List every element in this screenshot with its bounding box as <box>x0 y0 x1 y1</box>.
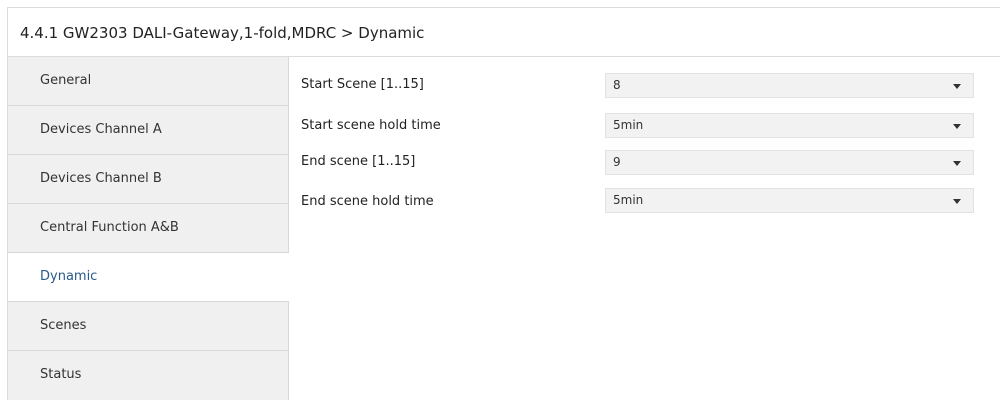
chevron-down-icon <box>953 161 961 166</box>
start-scene-hold-time-dropdown[interactable]: 5min <box>605 113 974 138</box>
end-scene-hold-time-dropdown[interactable]: 5min <box>605 188 974 213</box>
chevron-down-icon <box>953 84 961 89</box>
param-label-start-scene-hold-time: Start scene hold time <box>301 118 441 133</box>
parameter-panel: Start Scene [1..15] 8 Start scene hold t… <box>289 57 1000 400</box>
dropdown-value: 8 <box>613 78 621 92</box>
app-window: 4.4.1 GW2303 DALI-Gateway,1-fold,MDRC > … <box>0 0 1000 400</box>
sidebar-item-general[interactable]: General <box>8 57 288 106</box>
dropdown-value: 5min <box>613 193 644 207</box>
sidebar-item-label: Devices Channel B <box>40 171 162 186</box>
sidebar-item-label: Central Function A&B <box>40 220 179 235</box>
sidebar-item-label: General <box>40 73 92 88</box>
chevron-down-icon <box>953 124 961 129</box>
sidebar-item-label: Scenes <box>40 318 87 333</box>
param-label-start-scene: Start Scene [1..15] <box>301 77 424 92</box>
param-label-end-scene: End scene [1..15] <box>301 154 416 169</box>
sidebar: General Devices Channel A Devices Channe… <box>7 57 290 400</box>
sidebar-item-devices-channel-a[interactable]: Devices Channel A <box>8 106 288 155</box>
sidebar-item-scenes[interactable]: Scenes <box>8 302 288 351</box>
chevron-down-icon <box>953 199 961 204</box>
sidebar-item-central-function[interactable]: Central Function A&B <box>8 204 288 253</box>
page-title: 4.4.1 GW2303 DALI-Gateway,1-fold,MDRC > … <box>20 24 425 42</box>
sidebar-item-devices-channel-b[interactable]: Devices Channel B <box>8 155 288 204</box>
sidebar-item-label: Devices Channel A <box>40 122 162 137</box>
sidebar-item-status[interactable]: Status <box>8 351 288 400</box>
start-scene-dropdown[interactable]: 8 <box>605 73 974 98</box>
end-scene-dropdown[interactable]: 9 <box>605 150 974 175</box>
title-bar: 4.4.1 GW2303 DALI-Gateway,1-fold,MDRC > … <box>7 7 1000 57</box>
sidebar-item-dynamic[interactable]: Dynamic <box>8 253 290 302</box>
param-label-end-scene-hold-time: End scene hold time <box>301 194 434 209</box>
dropdown-value: 5min <box>613 118 644 132</box>
sidebar-item-label: Dynamic <box>40 269 98 284</box>
dropdown-value: 9 <box>613 155 621 169</box>
sidebar-item-label: Status <box>40 367 82 382</box>
